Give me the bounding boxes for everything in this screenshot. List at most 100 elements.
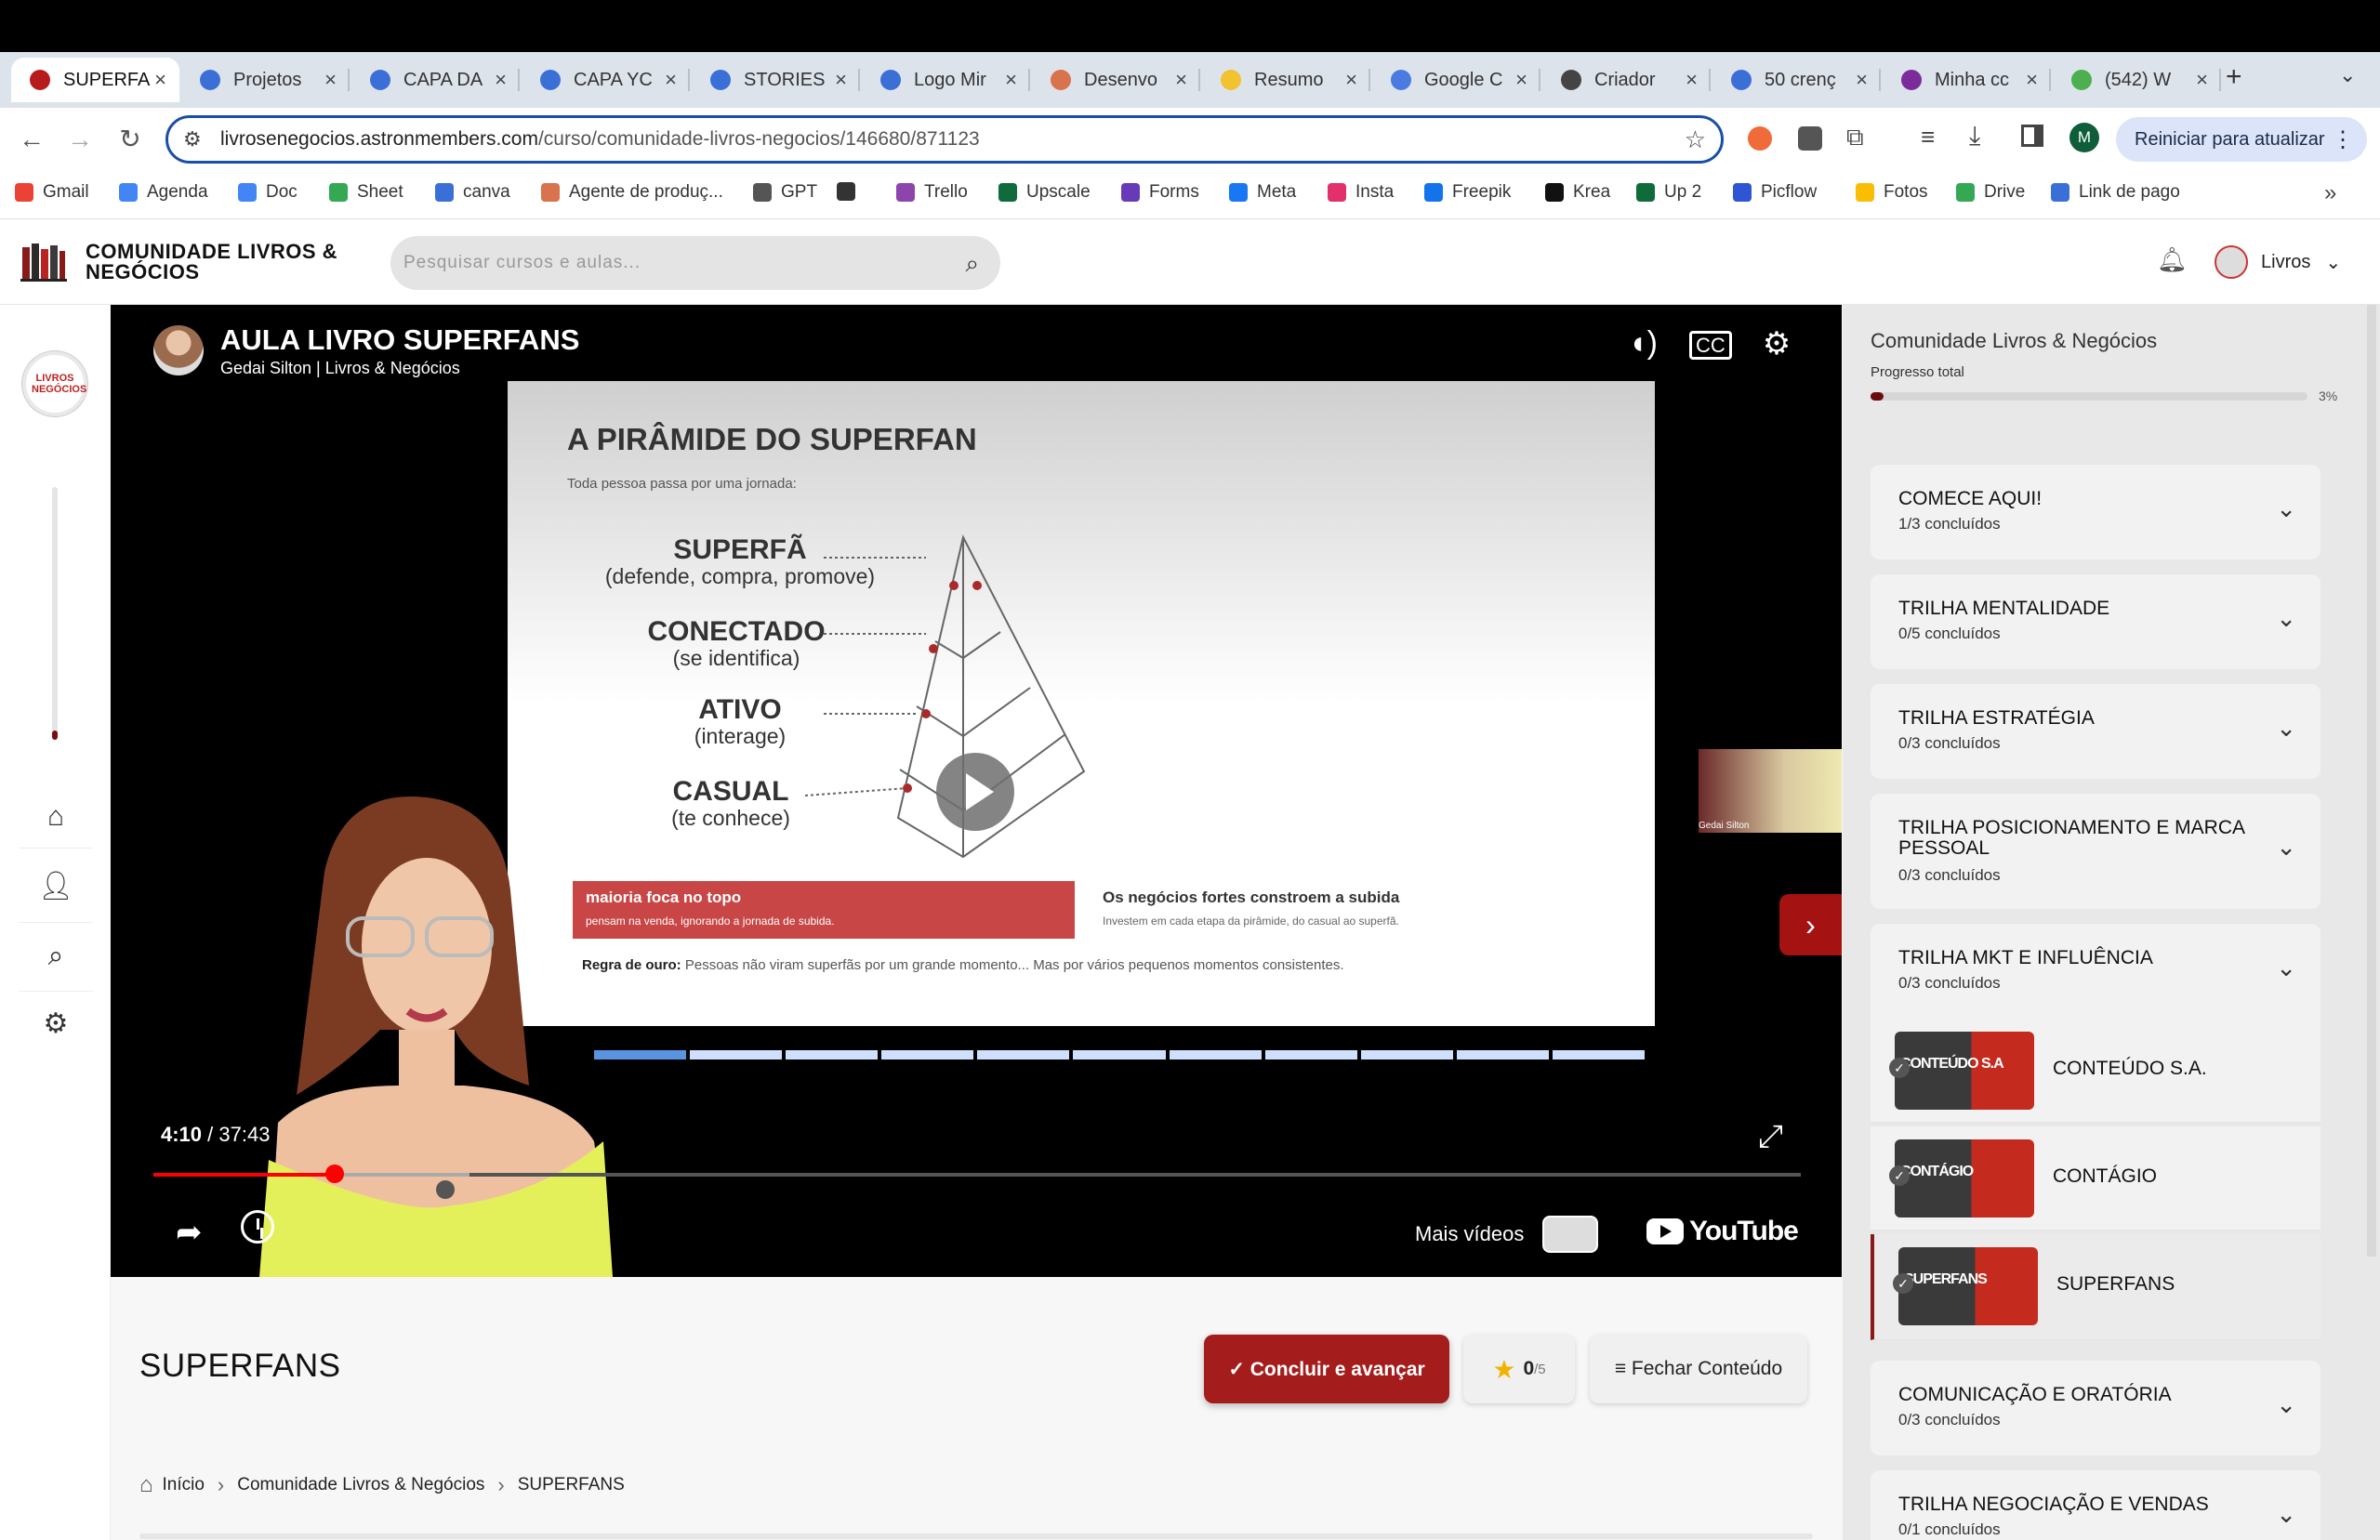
bookmark-item[interactable]: canva xyxy=(435,182,510,203)
close-tab-icon[interactable]: × xyxy=(495,68,507,92)
module-item[interactable]: COMECE AQUI! 1/3 concluídos ⌄ xyxy=(1871,465,2320,559)
browser-tab[interactable]: SUPERFA × xyxy=(11,58,179,102)
home-icon[interactable]: ⌂ xyxy=(35,801,76,842)
more-menu-icon[interactable]: ⋮ xyxy=(2332,126,2354,153)
search-icon[interactable]: ⌕ xyxy=(35,941,76,981)
more-bookmarks-icon[interactable]: » xyxy=(2324,180,2336,206)
lesson-item[interactable]: CONTÁGIO ✓ CONTÁGIO xyxy=(1871,1126,2320,1231)
module-item[interactable]: TRILHA ESTRATÉGIA 0/3 concluídos ⌄ xyxy=(1871,684,2320,779)
video-player[interactable]: AULA LIVRO SUPERFANS Gedai Silton | Livr… xyxy=(111,305,1842,1277)
close-tab-icon[interactable]: × xyxy=(1686,68,1698,92)
search-icon[interactable]: ⌕ xyxy=(965,249,980,279)
video-channel[interactable]: Gedai Silton | Livros & Negócios xyxy=(220,359,460,378)
close-content-button[interactable]: ≡ Fechar Conteúdo xyxy=(1590,1335,1807,1403)
module-item[interactable]: TRILHA POSICIONAMENTO E MARCA PESSOAL 0/3… xyxy=(1871,794,2320,909)
browser-tab[interactable]: Projetos × xyxy=(181,58,350,102)
browser-tab[interactable]: CAPA YC × xyxy=(522,58,690,102)
youtube-logo[interactable]: YouTube xyxy=(1646,1216,1799,1247)
bookmark-item[interactable]: Agente de produç... xyxy=(541,182,723,203)
watch-later-clock-icon[interactable] xyxy=(241,1210,274,1244)
next-lesson-arrow-icon[interactable]: › xyxy=(1779,894,1842,955)
profile-icon[interactable]: 👤︎ xyxy=(35,870,76,911)
more-videos-button[interactable]: Mais vídeos xyxy=(1415,1216,1599,1253)
extension-icon[interactable] xyxy=(1748,126,1772,151)
media-controls-icon[interactable]: ≡ xyxy=(1921,123,1935,151)
lesson-item-current[interactable]: SUPERFANS ✓ SUPERFANS xyxy=(1871,1234,2320,1340)
breadcrumb-community[interactable]: Comunidade Livros & Negócios xyxy=(237,1475,484,1495)
forward-button[interactable]: → xyxy=(61,121,99,158)
video-progress-knob[interactable] xyxy=(324,1165,344,1183)
back-button[interactable]: ← xyxy=(13,121,50,158)
sidebar-scrollbar[interactable] xyxy=(2367,305,2376,1257)
bookmark-item[interactable]: Link de pago xyxy=(2051,182,2180,203)
home-icon[interactable]: ⌂ xyxy=(139,1472,153,1498)
extensions-puzzle-icon[interactable]: ⧉ xyxy=(1846,123,1864,152)
close-tab-icon[interactable]: × xyxy=(1856,68,1868,92)
community-avatar[interactable]: LIVROS NEGÓCIOS xyxy=(22,351,87,416)
bookmark-item[interactable]: Up 2 xyxy=(1636,182,1701,203)
downloads-icon[interactable]: ⤓ xyxy=(1969,121,1980,151)
browser-tab[interactable]: (542) W × xyxy=(2053,58,2221,102)
bookmark-item[interactable]: Upscale xyxy=(998,182,1091,203)
channel-avatar[interactable] xyxy=(153,325,204,375)
play-button[interactable] xyxy=(936,753,1014,831)
share-icon[interactable]: ➦ xyxy=(176,1214,203,1251)
bookmark-item[interactable]: Trello xyxy=(896,182,968,203)
complete-and-advance-button[interactable]: ✓ Concluir e avançar xyxy=(1204,1335,1449,1403)
close-tab-icon[interactable]: × xyxy=(154,68,166,92)
site-info-icon[interactable]: ⚙ xyxy=(183,127,202,151)
bookmark-item[interactable]: Meta xyxy=(1229,182,1296,203)
bookmark-item[interactable]: Krea xyxy=(1545,182,1610,203)
bookmark-item[interactable]: Fotos xyxy=(1856,182,1928,203)
browser-tab[interactable]: STORIES × xyxy=(692,58,860,102)
close-tab-icon[interactable]: × xyxy=(1005,68,1017,92)
bookmark-item[interactable]: Sheet xyxy=(329,182,403,203)
browser-tab[interactable]: CAPA DA × xyxy=(351,58,520,102)
browser-tab[interactable]: Resumo × xyxy=(1202,58,1370,102)
volume-icon[interactable]: ◖) xyxy=(1622,325,1663,366)
video-title[interactable]: AULA LIVRO SUPERFANS xyxy=(220,323,579,357)
bookmark-star-icon[interactable]: ☆ xyxy=(1685,125,1706,154)
browser-tab[interactable]: Google C × xyxy=(1372,58,1540,102)
rail-scroll-track[interactable] xyxy=(52,487,58,738)
browser-tab[interactable]: Desenvo × xyxy=(1032,58,1200,102)
close-tab-icon[interactable]: × xyxy=(665,68,677,92)
bookmark-item[interactable]: Doc xyxy=(238,182,298,203)
bookmark-item[interactable]: Gmail xyxy=(15,182,89,203)
search-input[interactable]: Pesquisar cursos e aulas... ⌕ xyxy=(390,236,1000,290)
notification-bell-icon[interactable]: 🔔︎ xyxy=(2157,245,2188,274)
rail-scroll-thumb[interactable] xyxy=(52,731,58,740)
bookmark-item[interactable]: Freepik xyxy=(1424,182,1511,203)
bookmark-item[interactable]: Agenda xyxy=(119,182,208,203)
close-tab-icon[interactable]: × xyxy=(2196,68,2208,92)
close-tab-icon[interactable]: × xyxy=(835,68,847,92)
address-bar[interactable]: ⚙ livrosenegocios.astronmembers.com/curs… xyxy=(165,115,1724,164)
tab-search-chevron-icon[interactable]: ⌄ xyxy=(2339,63,2356,87)
browser-tab[interactable]: Minha cc × xyxy=(1883,58,2051,102)
bookmark-item[interactable]: Insta xyxy=(1328,182,1394,203)
books-logo-icon[interactable] xyxy=(20,242,67,283)
close-tab-icon[interactable]: × xyxy=(324,68,337,92)
fullscreen-icon[interactable]: ⤢ xyxy=(1758,1119,1783,1155)
close-tab-icon[interactable]: × xyxy=(1515,68,1527,92)
browser-tab[interactable]: 50 crenç × xyxy=(1712,58,1881,102)
next-video-thumbnail[interactable]: Gedai Silton xyxy=(1699,749,1842,833)
bookmark-item[interactable]: GPT xyxy=(753,182,817,203)
breadcrumb-home[interactable]: Início xyxy=(163,1475,205,1495)
captions-icon[interactable]: CC xyxy=(1689,325,1732,366)
gear-icon[interactable]: ⚙ xyxy=(35,1007,76,1048)
new-tab-button[interactable]: + xyxy=(2226,61,2242,93)
browser-tab[interactable]: Logo Mir × xyxy=(862,58,1030,102)
user-menu[interactable]: Livros ⌄ xyxy=(2215,238,2363,286)
module-item[interactable]: TRILHA MENTALIDADE 0/5 concluídos ⌄ xyxy=(1871,574,2320,669)
close-tab-icon[interactable]: × xyxy=(1175,68,1187,92)
bookmark-item[interactable] xyxy=(837,182,865,201)
extension-icon[interactable] xyxy=(1798,126,1822,151)
close-tab-icon[interactable]: × xyxy=(2026,68,2038,92)
module-item[interactable]: COMUNICAÇÃO E ORATÓRIA 0/3 concluídos ⌄ xyxy=(1871,1361,2320,1455)
side-panel-icon[interactable] xyxy=(2021,125,2043,147)
bookmark-item[interactable]: Forms xyxy=(1121,182,1199,203)
module-item-expanded[interactable]: TRILHA MKT E INFLUÊNCIA 0/3 concluídos ⌄ xyxy=(1871,924,2320,1019)
rating-button[interactable]: ★ 0/5 xyxy=(1463,1335,1575,1403)
bookmark-item[interactable]: Drive xyxy=(1956,182,2025,203)
